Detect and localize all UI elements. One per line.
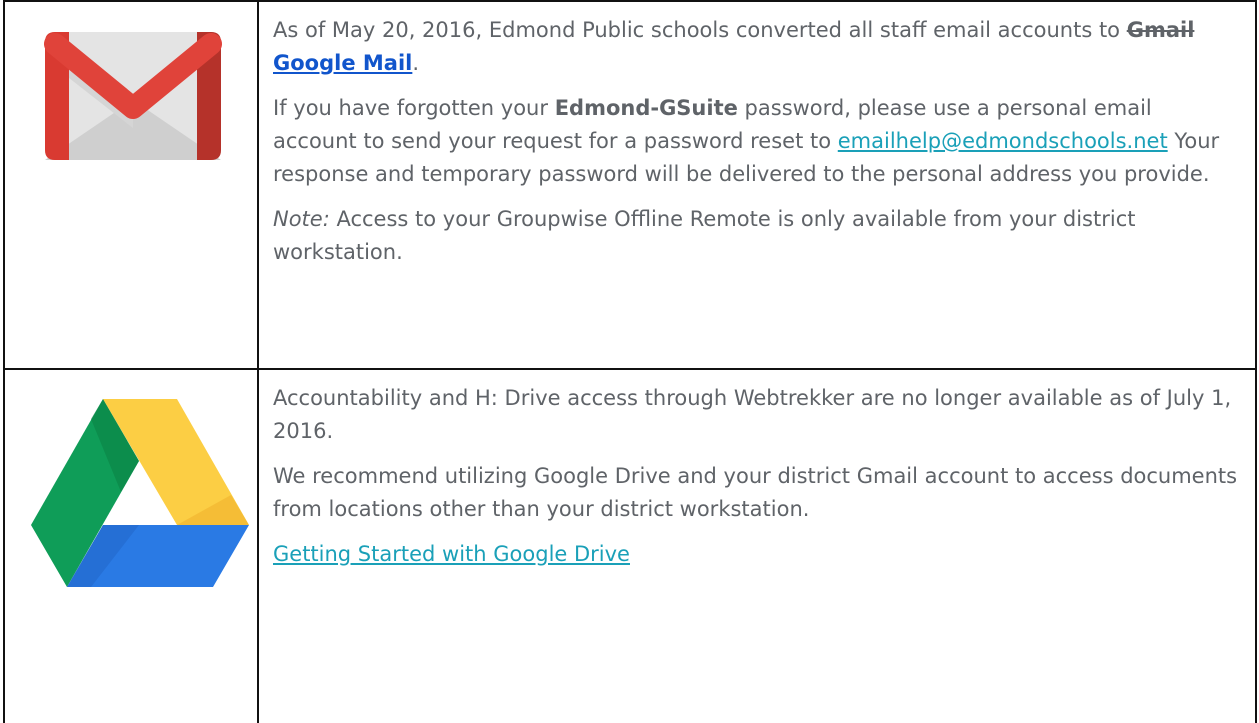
gmail-icon-cell xyxy=(3,0,259,370)
gmail-paragraph-2: If you have forgotten your Edmond-GSuite… xyxy=(273,96,1220,186)
gsuite-name: Edmond-GSuite xyxy=(554,96,738,120)
drive-paragraph-1: Accountability and H: Drive access throu… xyxy=(273,386,1232,443)
table-row-drive: Accountability and H: Drive access throu… xyxy=(3,368,1257,723)
gmail-paragraph-1: As of May 20, 2016, Edmond Public school… xyxy=(273,18,1195,75)
drive-icon-cell xyxy=(3,368,259,723)
drive-text-cell: Accountability and H: Drive access throu… xyxy=(257,368,1257,723)
table-row-gmail: As of May 20, 2016, Edmond Public school… xyxy=(3,0,1257,370)
google-mail-link[interactable]: Google Mail xyxy=(273,51,412,75)
note-label: Note: xyxy=(273,207,330,231)
gmail-paragraph-3: Note: Access to your Groupwise Offline R… xyxy=(273,207,1136,264)
gmail-logo-icon xyxy=(44,32,222,160)
google-drive-logo-icon xyxy=(31,399,249,587)
drive-paragraph-2: We recommend utilizing Google Drive and … xyxy=(273,464,1238,521)
document-page: As of May 20, 2016, Edmond Public school… xyxy=(0,0,1259,723)
struck-text: Gmail xyxy=(1126,18,1195,42)
getting-started-drive-link[interactable]: Getting Started with Google Drive xyxy=(273,542,630,566)
emailhelp-link[interactable]: emailhelp@edmondschools.net xyxy=(838,129,1168,153)
info-table: As of May 20, 2016, Edmond Public school… xyxy=(3,0,1257,723)
gmail-text-cell: As of May 20, 2016, Edmond Public school… xyxy=(257,0,1257,370)
drive-paragraph-3: Getting Started with Google Drive xyxy=(273,538,1239,571)
